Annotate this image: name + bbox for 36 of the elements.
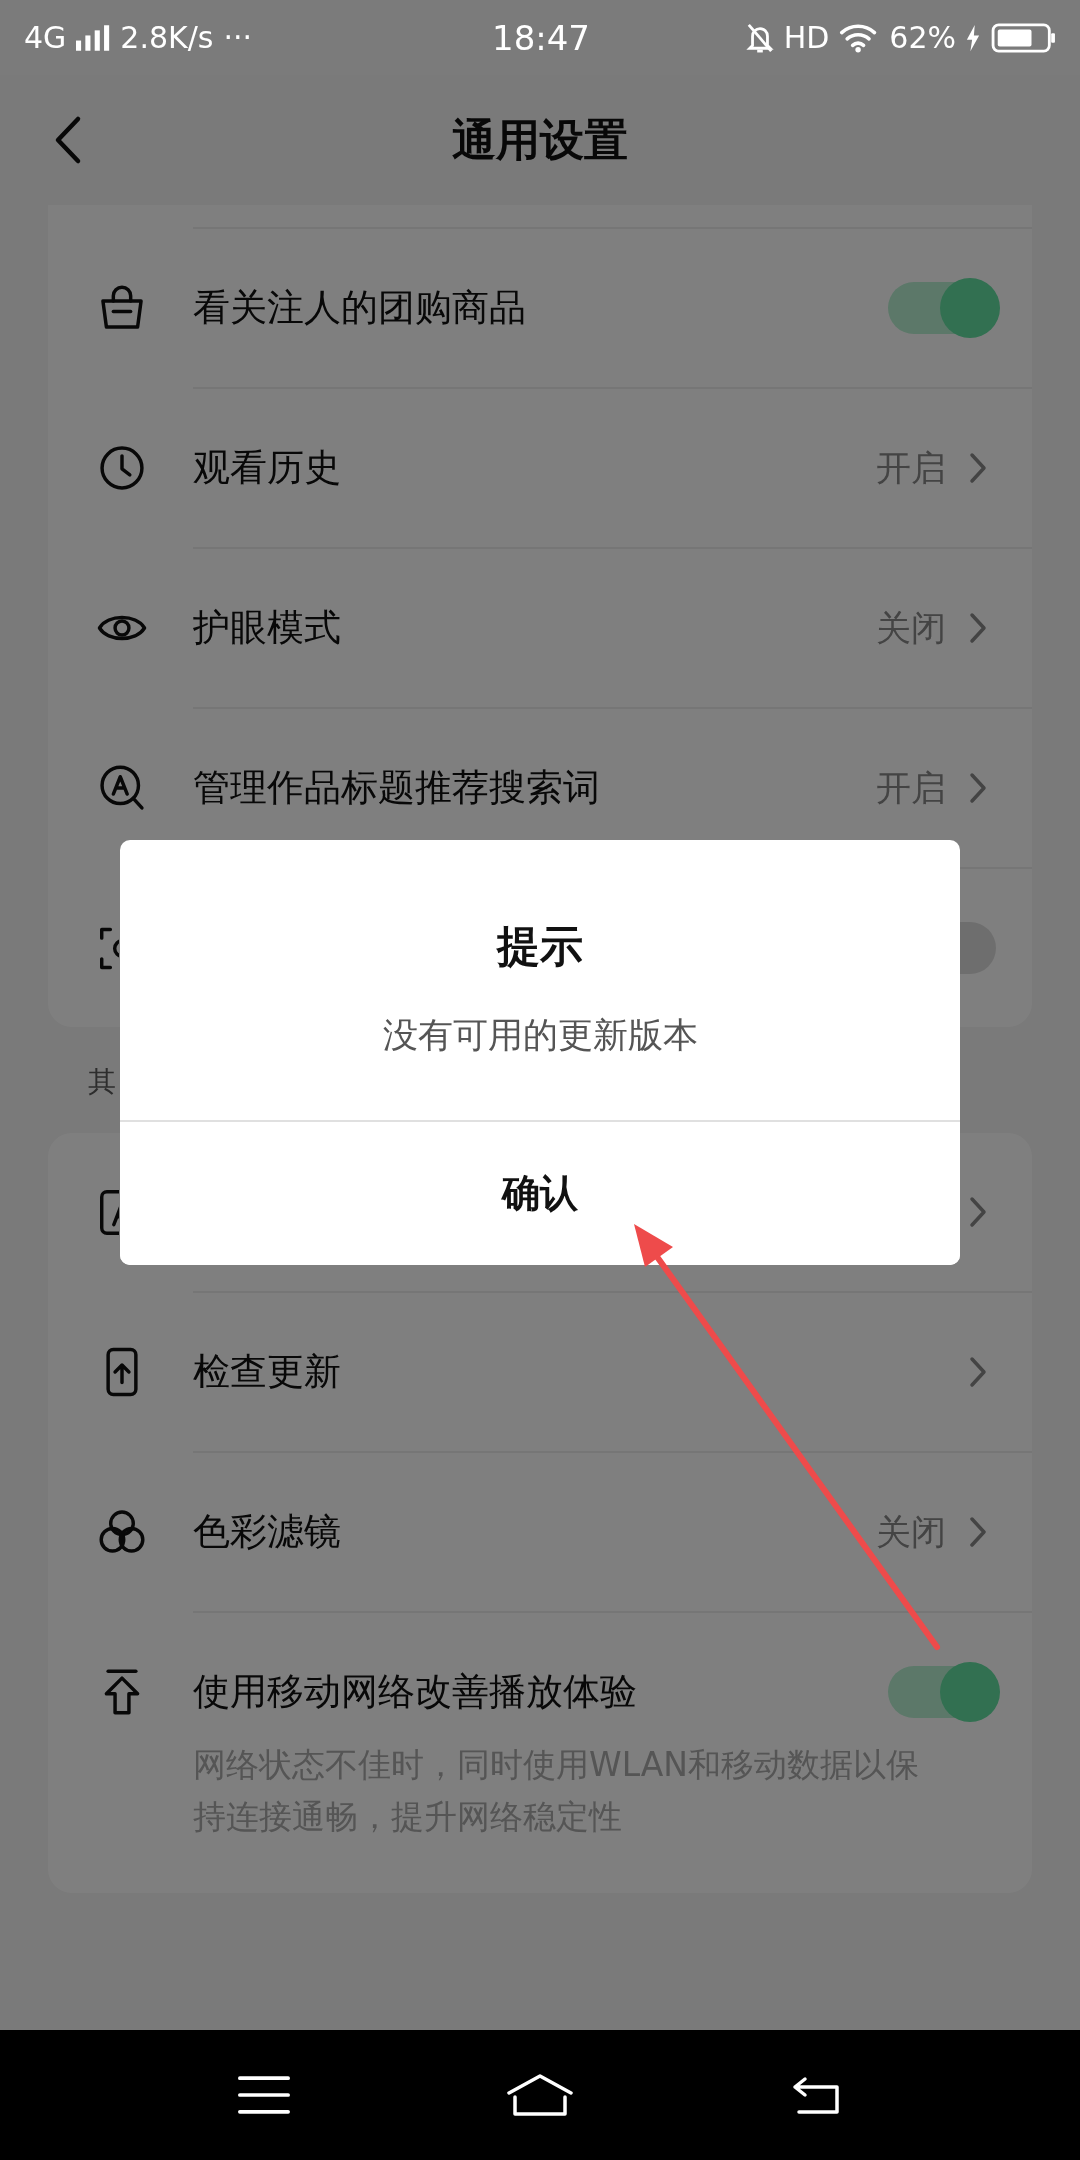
hd-label: HD (783, 20, 830, 55)
setting-label[interactable]: 观看历史 (193, 443, 341, 493)
setting-label[interactable]: 护眼模式 (193, 603, 341, 653)
network-type: 4G (24, 20, 67, 55)
battery-icon (990, 22, 1058, 53)
menu-icon[interactable] (237, 2074, 291, 2116)
charging-icon (966, 23, 980, 52)
setting-value: 开启 (876, 446, 946, 490)
setting-label[interactable]: 色彩滤镜 (193, 1507, 341, 1557)
signal-icon (76, 24, 111, 51)
chevron-icon[interactable] (968, 451, 988, 485)
dialog-title: 提示 (497, 920, 583, 973)
network-speed: 2.8K/s (120, 20, 214, 55)
chevron-icon[interactable] (968, 771, 988, 805)
chevron-icon[interactable] (968, 611, 988, 645)
confirm-button[interactable]: 确认 (120, 1120, 960, 1265)
setting-label[interactable]: 检查更新 (193, 1347, 341, 1397)
setting-label[interactable]: 看关注人的团购商品 (193, 283, 526, 333)
page-title: 通用设置 (452, 112, 628, 167)
section-label: 其 (88, 1064, 116, 1100)
more-dots: ··· (223, 20, 253, 55)
dialog-message: 没有可用的更新版本 (382, 1014, 698, 1057)
battery-percent: 62% (889, 20, 956, 55)
setting-value: 关闭 (876, 1510, 946, 1554)
chevron-icon[interactable] (968, 1515, 988, 1549)
muted-bell-icon (745, 22, 774, 53)
setting-value: 关闭 (876, 606, 946, 650)
setting-label[interactable]: 使用移动网络改善播放体验 (193, 1667, 637, 1717)
setting-value: 开启 (876, 766, 946, 810)
chevron-icon[interactable] (968, 1195, 988, 1229)
clock-time: 18:47 (492, 17, 590, 58)
letter-box-icon (100, 1189, 119, 1235)
setting-label[interactable]: 管理作品标题推荐搜索词 (193, 763, 600, 813)
scan-frame-icon (100, 925, 119, 971)
home-icon[interactable] (505, 2073, 575, 2117)
chevron-icon[interactable] (968, 1355, 988, 1389)
